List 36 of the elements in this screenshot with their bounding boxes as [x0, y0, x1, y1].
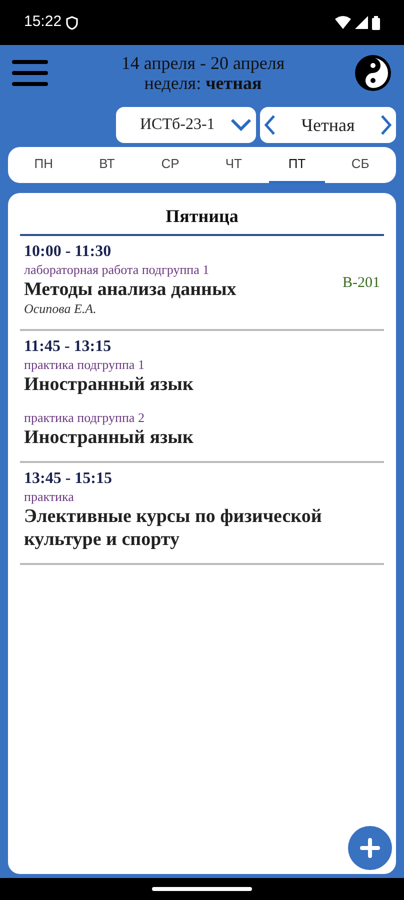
subject-name: Иностранный язык	[24, 426, 194, 449]
day-tab[interactable]: СР	[142, 147, 198, 183]
chevron-left-icon[interactable]	[264, 114, 276, 136]
day-tab[interactable]: ЧТ	[206, 147, 262, 183]
lesson-type: лабораторная работа подгруппа 1	[24, 262, 210, 278]
day-tab[interactable]: ПН	[16, 147, 72, 183]
subject-name: Иностранный язык	[24, 373, 194, 396]
group-dropdown[interactable]: ИСТб-23-1	[116, 107, 256, 143]
subject-name: Элективные курсы по физической культуре и спорту	[24, 505, 323, 551]
day-tab[interactable]: СБ	[332, 147, 388, 183]
lesson-type: практика подгруппа 2	[24, 410, 146, 426]
week-value: Четная	[301, 114, 355, 136]
lesson-type: практика	[24, 489, 75, 505]
teacher-name: Осипова Е.А.	[24, 301, 98, 317]
lesson-time: 10:00 - 11:30	[24, 242, 112, 262]
chevron-down-icon	[230, 118, 252, 132]
plus-icon	[360, 838, 380, 858]
week-switcher[interactable]: Четная	[260, 107, 396, 143]
status-time: 15:22	[24, 12, 62, 32]
date-range: 14 апреля - 20 апреля	[121, 53, 285, 73]
week-parity: неделя: четная	[144, 73, 262, 93]
add-button[interactable]	[348, 826, 392, 870]
lesson-time: 13:45 - 15:15	[24, 469, 113, 489]
day-tab[interactable]: ВТ	[79, 147, 135, 183]
signal-icon	[355, 16, 368, 29]
lesson-type: практика подгруппа 1	[24, 357, 146, 373]
chevron-right-icon[interactable]	[380, 114, 392, 136]
theme-icon[interactable]	[354, 54, 392, 92]
wifi-icon	[335, 16, 351, 29]
subject-name: Методы анализа данных	[24, 278, 236, 301]
day-tab[interactable]: ПТ	[269, 147, 325, 183]
battery-icon	[372, 16, 380, 30]
lesson-time: 11:45 - 13:15	[24, 337, 112, 357]
room-number: В-201	[342, 274, 380, 293]
shield-icon	[66, 16, 78, 30]
day-title: Пятница	[20, 193, 384, 236]
